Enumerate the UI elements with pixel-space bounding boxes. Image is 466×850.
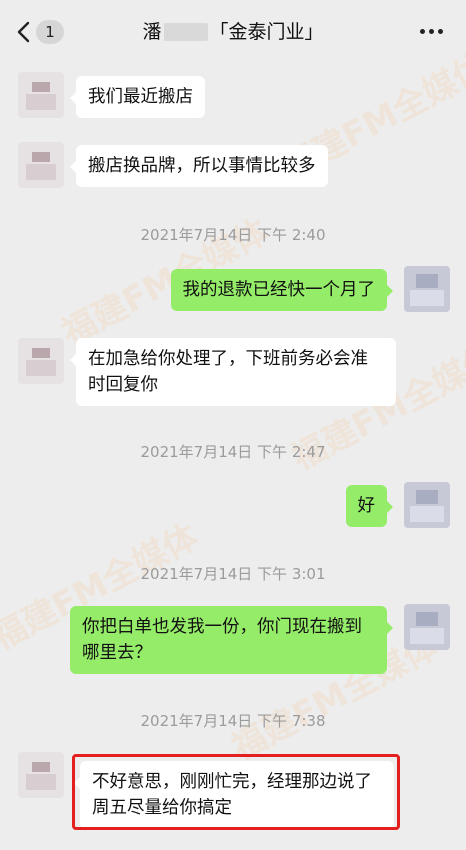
avatar[interactable] bbox=[18, 752, 64, 798]
message-bubble[interactable]: 我们最近搬店 bbox=[70, 76, 205, 118]
chat-header: 1 潘「金泰门业」 bbox=[0, 0, 466, 62]
avatar[interactable] bbox=[404, 266, 450, 312]
chat-title: 潘 「金泰门业」 bbox=[0, 18, 466, 46]
message-bubble[interactable]: 我的退款已经快一个月了 bbox=[170, 269, 393, 311]
timestamp: 2021年7月14日 下午 3:01 bbox=[140, 565, 326, 583]
timestamp: 2021年7月14日 下午 2:47 bbox=[140, 443, 326, 461]
chat-title-suffix: 「金泰门业」 bbox=[209, 21, 324, 43]
avatar[interactable] bbox=[18, 338, 64, 384]
message-bubble[interactable]: 不好意思，刚刚忙完，经理那边说了周五尽量给你搞定 bbox=[74, 761, 394, 829]
timestamp: 2021年7月14日 下午 7:38 bbox=[140, 712, 326, 730]
message-bubble[interactable]: 在加急给你处理了，下班前务必会准时回复你 bbox=[70, 338, 396, 406]
avatar[interactable] bbox=[18, 72, 64, 118]
timestamp: 2021年7月14日 下午 2:40 bbox=[140, 226, 326, 244]
more-dots-icon[interactable] bbox=[420, 29, 444, 35]
message-bubble[interactable]: 你把白单也发我一份，你门现在搬到哪里去？ bbox=[70, 606, 393, 674]
blurred-name bbox=[163, 23, 208, 41]
message-bubble[interactable]: 好 bbox=[345, 485, 393, 527]
avatar[interactable] bbox=[18, 142, 64, 188]
avatar[interactable] bbox=[404, 482, 450, 528]
message-bubble[interactable]: 搬店换品牌，所以事情比较多 bbox=[70, 145, 328, 187]
avatar[interactable] bbox=[404, 604, 450, 650]
chat-title-prefix: 潘 bbox=[142, 21, 162, 43]
